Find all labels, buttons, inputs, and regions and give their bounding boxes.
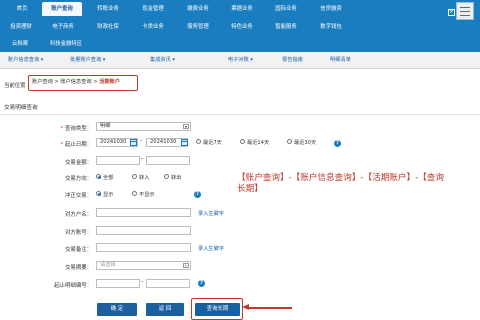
radio-direction-all[interactable]: 全部 [96,174,113,182]
nav-credit[interactable]: 信贷融资 [310,2,352,16]
calendar-icon[interactable] [130,139,137,146]
menu-icon[interactable] [456,2,474,20]
detail-number-max-input[interactable] [146,279,190,288]
rare-char-link[interactable]: 录入生僻字 [198,245,224,252]
summary-label: 交易摘要： [65,265,92,271]
nav-smart-service[interactable]: 智能服务 [266,20,306,34]
subnav-integrated-info[interactable]: 集成资讯 ▾ [150,56,175,65]
counterparty-name-input[interactable] [96,208,191,217]
subnav-batch-query[interactable]: 批量账户查询 ▾ [70,56,105,65]
chevron-down-icon: ▾ [183,124,189,129]
annotation-arrow [247,307,292,309]
calendar-icon[interactable] [181,139,188,146]
nav-investment[interactable]: 投资理财 [3,20,39,34]
nav-transfer[interactable]: 转账业务 [88,2,128,16]
radio-direction-in[interactable]: 转入 [132,174,149,182]
subnav-detail-list[interactable]: 明细清单 [330,56,351,65]
nav-cash-management[interactable]: 现金管理 [133,2,173,16]
query-type-label: * 查询类型： [60,126,92,132]
query-type-select[interactable]: 明细 ▾ [96,122,191,131]
remark-input[interactable] [96,243,191,252]
section-title: 交易明细查询 [4,105,38,111]
breadcrumb-item-account-query[interactable]: 账户查询 [32,79,53,85]
close-icon: × [448,9,455,16]
radio-circle [132,174,137,179]
radio-last-30-days[interactable]: 最近30天 [287,139,316,147]
help-icon[interactable]: ? [198,280,205,287]
radio-reversal-show[interactable]: 显示 [96,191,113,199]
detail-number-label: 起止明细编号： [54,283,92,289]
date-range-label: * 起止日期： [60,142,92,148]
radio-circle [240,139,245,144]
amount-min-input[interactable] [96,156,140,165]
direction-label: 交易方向： [65,176,92,182]
breadcrumb-label: 当前位置 [4,83,26,89]
counterparty-account-label: 对方账号： [65,230,92,236]
annotation-text: 【账户查询】-【账户信息查询】-【活期账户】-【查询长期】 [237,173,444,194]
amount-label: 交易金额： [65,160,92,166]
detail-number-min-input[interactable] [96,279,140,288]
chevron-down-icon: ▾ [183,263,189,268]
nav-bills[interactable]: 票据业务 [222,2,262,16]
radio-circle-selected [96,174,101,179]
nav-digital-wallet[interactable]: 数字钱包 [310,20,352,34]
nav-card[interactable]: 卡类业务 [133,20,173,34]
summary-select[interactable]: 请选择 ▾ [96,261,191,270]
help-icon[interactable]: ? [334,140,341,147]
amount-max-input[interactable] [146,156,190,165]
number-separator: - [141,278,144,285]
rare-char-link[interactable]: 录入生僻字 [198,210,224,217]
nav-tech-finance[interactable]: 科技金融特区 [44,37,88,51]
sub-nav-bar: 账户信息查询 ▾ 批量账户查询 ▾ 集成资讯 ▾ 电子对账 ▾ 报告指南 明细清… [0,52,480,69]
back-button[interactable]: 返 回 [146,303,184,316]
radio-last-7-days[interactable]: 最近7天 [196,139,222,147]
counterparty-name-label: 对方户名： [65,212,92,218]
breadcrumb-item-account-info[interactable]: 账户信息查询 [60,79,91,85]
nav-home[interactable]: 首页 [5,2,39,16]
divider [0,114,480,115]
nav-ecommerce[interactable]: 电子商务 [44,20,82,34]
radio-circle [164,174,169,179]
remark-label: 交易备注： [65,247,92,253]
nav-payment[interactable]: 缴费业务 [178,2,218,16]
top-nav-bar: 首页 账户查询 转账业务 现金管理 缴费业务 票据业务 国际业务 信贷融资 投资… [0,0,480,52]
radio-circle [132,191,137,196]
radio-circle [287,139,292,144]
radio-circle-selected [96,191,101,196]
nav-cloud-archive[interactable]: 云档案 [3,37,37,51]
highlight-frame [191,298,243,320]
breadcrumb-item-current: 活期账户 [99,79,120,85]
radio-last-14-days[interactable]: 最近14天 [240,139,269,147]
nav-account-query[interactable]: 账户查询 [42,2,82,16]
nav-finance-social[interactable]: 财政社保 [88,20,128,34]
help-icon[interactable]: ? [194,191,201,198]
counterparty-account-input[interactable] [96,226,191,235]
arrow-left-icon [242,304,249,310]
subnav-report-guide[interactable]: 报告指南 [282,56,303,65]
subnav-account-info[interactable]: 账户信息查询 ▾ [8,56,43,65]
nav-international[interactable]: 国际业务 [266,2,306,16]
radio-direction-out[interactable]: 转出 [164,174,181,182]
nav-service-mgmt[interactable]: 服务管理 [178,20,218,34]
reversal-label: 冲正交易： [65,193,92,199]
radio-circle [196,139,201,144]
radio-reversal-hide[interactable]: 不显示 [132,191,155,199]
date-separator: - [140,137,143,144]
nav-special[interactable]: 特色业务 [222,20,262,34]
breadcrumb: 账户查询 > 账户信息查询 > 活期账户 [28,75,138,91]
amount-separator: - [141,155,144,162]
subnav-e-reconciliation[interactable]: 电子对账 ▾ [228,56,253,65]
confirm-button[interactable]: 确 定 [97,303,137,316]
